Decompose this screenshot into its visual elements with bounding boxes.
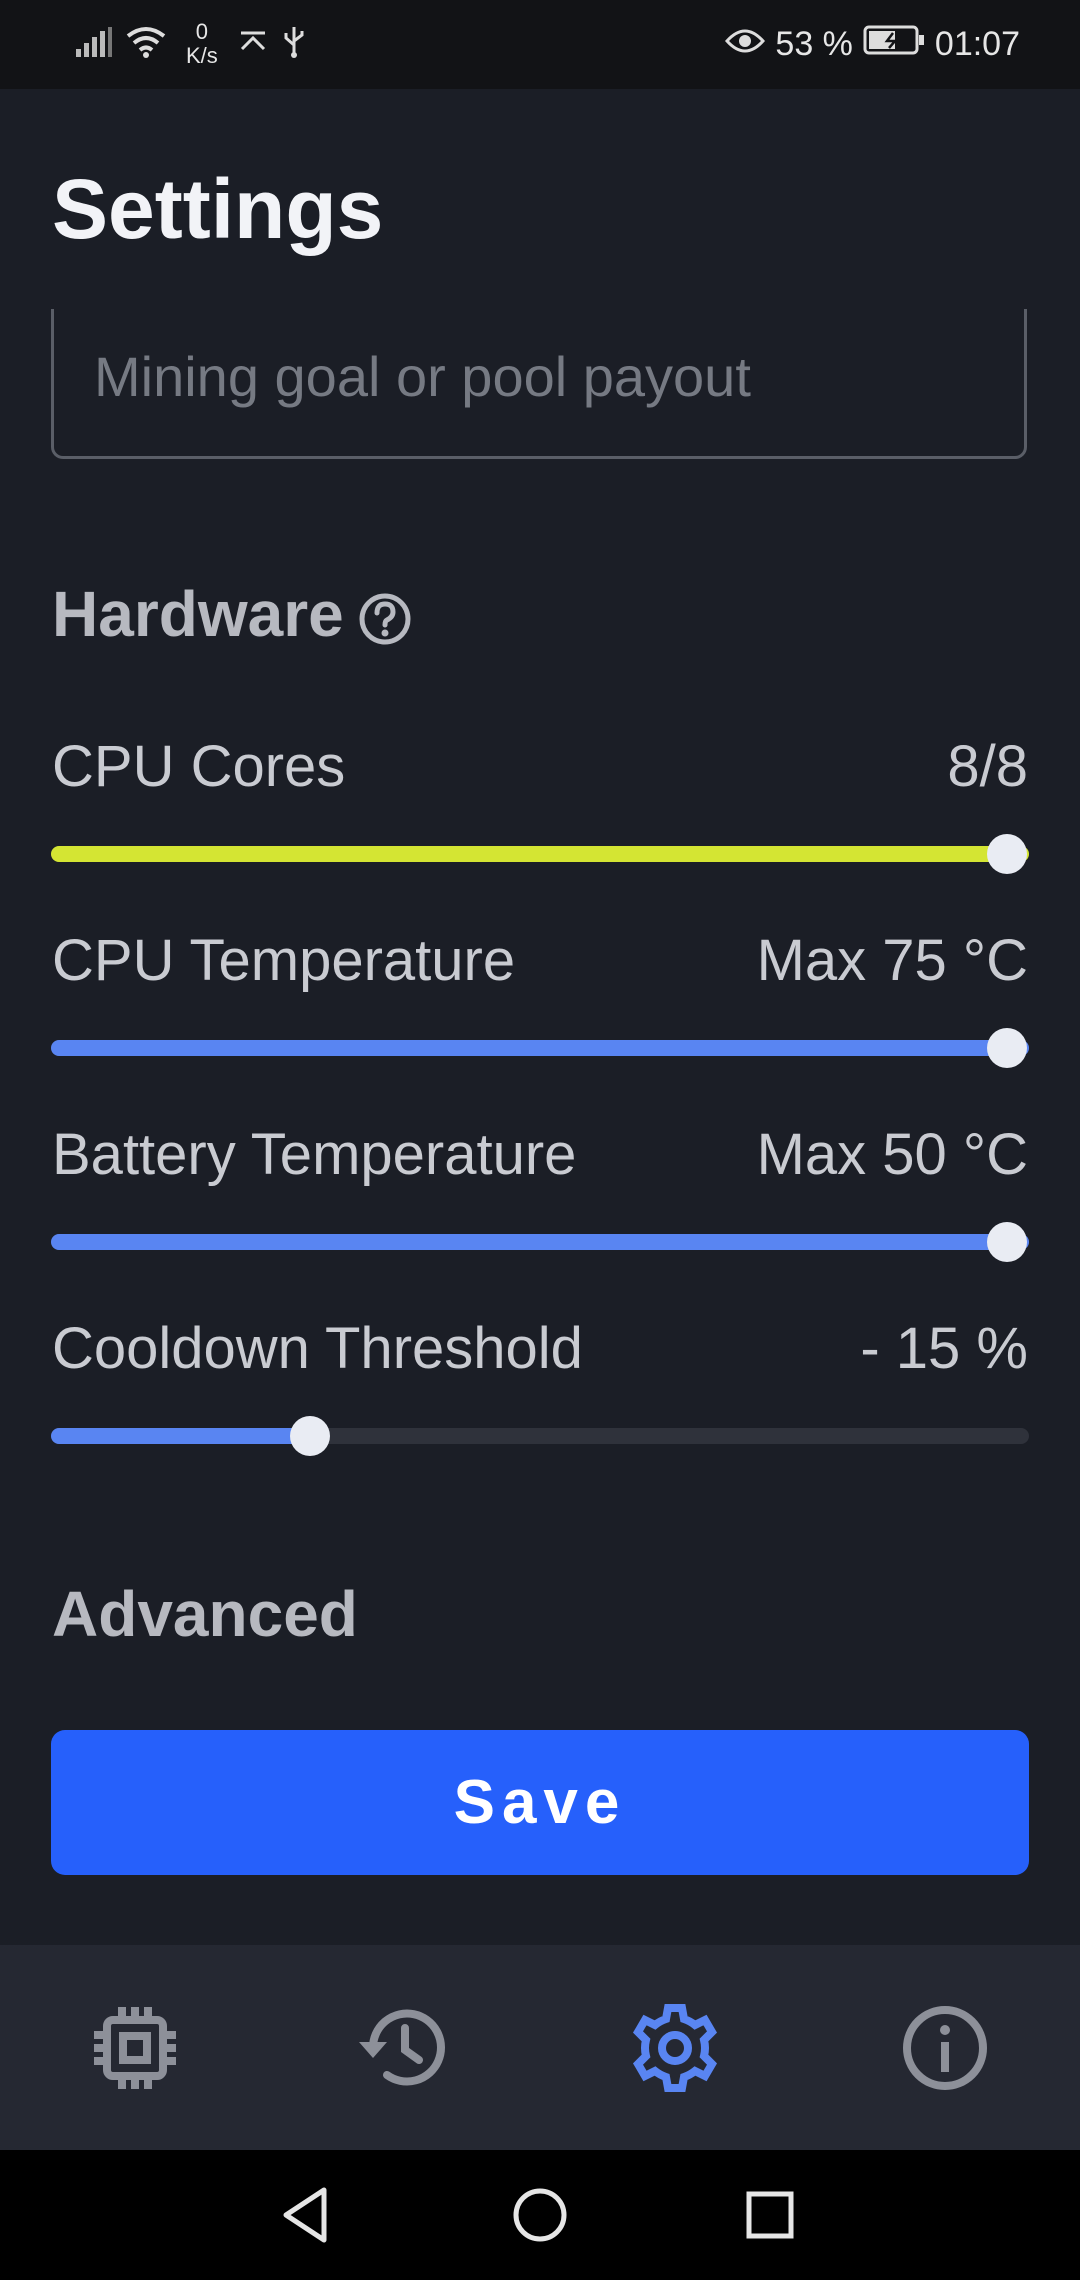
cpu-temperature-slider-thumb[interactable] xyxy=(987,1028,1027,1068)
cpu-cores-value: 8/8 xyxy=(947,734,1028,799)
status-bar: 0 K/s 53 % 01:07 xyxy=(0,0,1080,89)
wifi-icon xyxy=(126,26,166,63)
eye-icon xyxy=(725,25,766,64)
hardware-title-text: Hardware xyxy=(52,578,344,650)
battery-temperature-slider-fill xyxy=(51,1234,1029,1250)
cpu-temperature-slider[interactable] xyxy=(51,1028,1029,1068)
cooldown-threshold-slider-thumb[interactable] xyxy=(290,1416,331,1456)
net-speed-unit: K/s xyxy=(186,43,218,68)
cpu-chip-icon xyxy=(94,2007,176,2089)
battery-temperature-slider-thumb[interactable] xyxy=(987,1222,1027,1262)
battery-temperature-slider[interactable] xyxy=(51,1222,1029,1262)
cpu-temperature-label: CPU Temperature xyxy=(52,928,516,993)
nav-history[interactable] xyxy=(348,1993,458,2103)
cpu-temperature-slider-fill xyxy=(51,1040,1029,1056)
advanced-title-text: Advanced xyxy=(52,1578,358,1650)
cpu-temperature-value: Max 75 °C xyxy=(756,928,1028,993)
cpu-cores-label: CPU Cores xyxy=(52,734,346,799)
net-speed-value: 0 xyxy=(195,19,209,44)
nav-about[interactable] xyxy=(890,1993,1000,2103)
advanced-section-title[interactable]: Advanced xyxy=(52,1577,358,1651)
bottom-nav xyxy=(0,1945,1080,2150)
cooldown-threshold-slider[interactable] xyxy=(51,1416,1029,1456)
battery-percent: 53 % xyxy=(775,24,853,63)
cpu-cores-slider-thumb[interactable] xyxy=(987,834,1027,874)
usb-icon xyxy=(282,25,306,64)
history-icon xyxy=(359,2009,445,2086)
recents-icon xyxy=(746,2191,794,2239)
cooldown-threshold-value: - 15 % xyxy=(860,1316,1028,1381)
info-icon xyxy=(903,2006,987,2090)
battery-temperature-value: Max 50 °C xyxy=(756,1122,1028,1187)
back-icon xyxy=(283,2187,327,2243)
download-arrow-icon xyxy=(238,27,268,62)
clock: 01:07 xyxy=(934,24,1020,63)
gear-icon xyxy=(632,2004,718,2092)
mining-goal-input[interactable] xyxy=(54,309,1024,456)
cpu-cores-slider[interactable] xyxy=(51,834,1029,874)
home-icon xyxy=(513,2188,567,2242)
help-icon[interactable] xyxy=(358,587,412,645)
signal-icon xyxy=(76,26,112,62)
battery-icon xyxy=(863,25,925,64)
back-button[interactable] xyxy=(272,2180,342,2250)
nav-miner[interactable] xyxy=(80,1993,190,2103)
cpu-cores-slider-fill xyxy=(51,846,1029,862)
cooldown-threshold-label: Cooldown Threshold xyxy=(52,1316,583,1381)
page-title: Settings xyxy=(52,162,384,256)
mining-goal-field[interactable] xyxy=(51,309,1027,459)
status-left: 0 K/s xyxy=(76,18,306,70)
settings-screen: Settings Hardware CPU Cores 8/8 CPU Temp… xyxy=(0,89,1080,1945)
hardware-section-title: Hardware xyxy=(52,577,412,651)
net-speed: 0 K/s xyxy=(186,20,218,68)
save-button[interactable]: Save xyxy=(51,1730,1029,1875)
nav-settings[interactable] xyxy=(620,1993,730,2103)
recents-button[interactable] xyxy=(735,2180,805,2250)
system-nav-bar xyxy=(0,2150,1080,2280)
battery-temperature-label: Battery Temperature xyxy=(52,1122,577,1187)
cooldown-threshold-slider-fill xyxy=(51,1428,311,1444)
status-right: 53 % 01:07 xyxy=(725,18,1020,70)
home-button[interactable] xyxy=(505,2180,575,2250)
